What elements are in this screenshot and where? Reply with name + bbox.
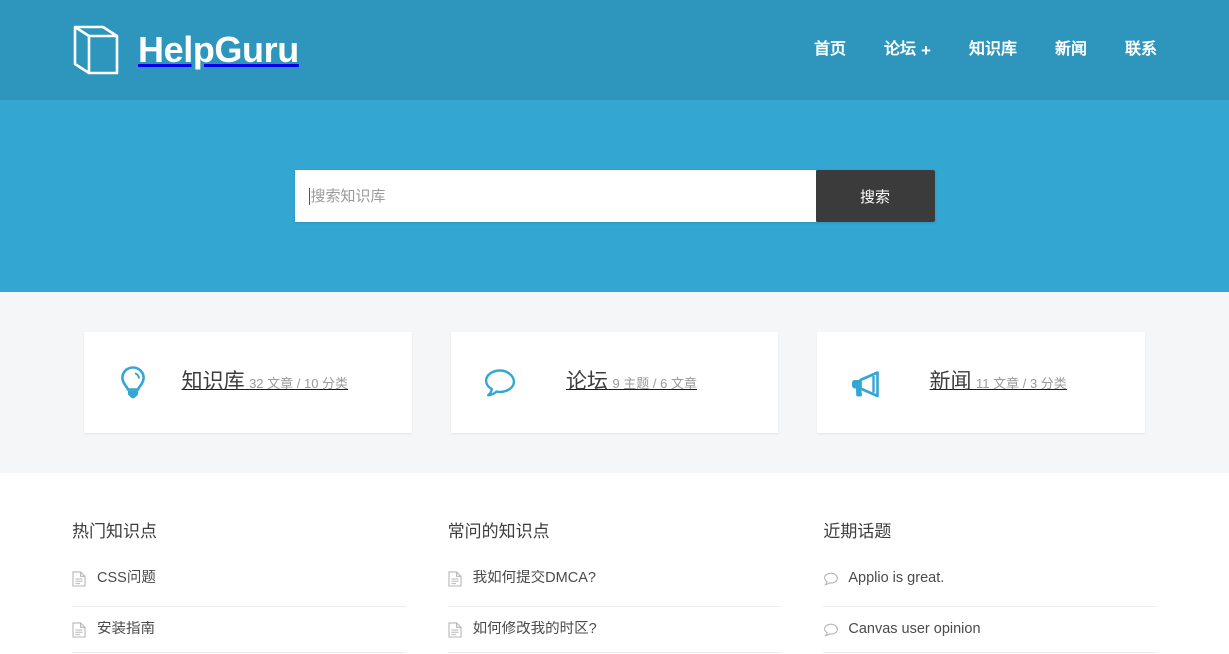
list-item-label: Applio is great. — [848, 570, 945, 587]
list-item[interactable]: Applio is great. — [823, 561, 1158, 608]
faq-articles-list: 我如何提交DMCA? 如何修改我的时区? 我的密 — [447, 561, 782, 654]
summary-cards-row: 知识库 32 文章 / 10 分类 论坛 9 主题 / 6 文章 新闻 11 文… — [84, 332, 1146, 433]
speech-bubble-icon — [823, 571, 839, 587]
document-icon — [448, 622, 462, 638]
nav-item-knowledge-base-label: 知识库 — [968, 41, 1017, 58]
list-item[interactable]: 安装指南 — [72, 607, 406, 654]
card-news-meta: 11 文章 / 3 分类 — [976, 376, 1067, 392]
search-input-placeholder: 搜索知识库 — [310, 187, 386, 205]
popular-articles-list: CSS问题 安装指南 随时支持 — [72, 561, 406, 654]
list-item-label: 我如何提交DMCA? — [472, 570, 596, 587]
column-popular-articles-title: 热门知识点 — [72, 522, 157, 541]
main-nav: 首页 论坛 + 知识库 新闻 联系 — [814, 42, 1157, 59]
card-forum-text: 论坛 9 主题 / 6 文章 — [511, 369, 753, 395]
column-recent-topics: 近期话题 Applio is great. Canvas user opinio… — [823, 522, 1158, 654]
search-button-label: 搜索 — [859, 188, 890, 206]
column-recent-topics-title: 近期话题 — [823, 522, 892, 541]
card-knowledge-base-text: 知识库 32 文章 / 10 分类 — [144, 369, 386, 395]
list-item[interactable]: CSS问题 — [72, 561, 406, 608]
search-bar: 搜索知识库 搜索 — [294, 170, 935, 222]
text-caret — [308, 187, 310, 205]
nav-item-contact[interactable]: 联系 — [1125, 42, 1157, 58]
document-icon — [72, 571, 86, 587]
card-knowledge-base-meta: 32 文章 / 10 分类 — [249, 376, 349, 392]
lists-section: 热门知识点 CSS问题 安装指南 常问的知识点 我如何提交DMCA? 如何修改我… — [0, 473, 1229, 654]
list-item[interactable]: 如何修改我的时区? — [447, 607, 782, 654]
plus-icon: + — [921, 40, 931, 60]
recent-topics-list: Applio is great. Canvas user opinion Wor… — [823, 561, 1158, 654]
nav-item-news-label: 新闻 — [1054, 41, 1087, 58]
card-news[interactable]: 新闻 11 文章 / 3 分类 — [817, 332, 1146, 433]
list-item-label: CSS问题 — [97, 570, 156, 587]
summary-cards-section: 知识库 32 文章 / 10 分类 论坛 9 主题 / 6 文章 新闻 11 文… — [0, 292, 1229, 473]
hero-section: 搜索知识库 搜索 — [0, 100, 1229, 292]
card-forum-title: 论坛 — [566, 370, 609, 394]
card-news-text: 新闻 11 文章 / 3 分类 — [877, 369, 1119, 395]
nav-item-home[interactable]: 首页 — [814, 42, 846, 58]
brand-logo-link[interactable]: HelpGuru — [72, 24, 299, 76]
column-faq-articles-title: 常问的知识点 — [447, 522, 550, 541]
search-button[interactable]: 搜索 — [815, 170, 935, 222]
list-item-label: 如何修改我的时区? — [472, 621, 597, 638]
nav-item-news[interactable]: 新闻 — [1055, 42, 1087, 58]
list-item[interactable]: Canvas user opinion — [823, 607, 1158, 654]
site-header: HelpGuru 首页 论坛 + 知识库 新闻 联系 — [0, 0, 1229, 100]
document-icon — [72, 622, 86, 638]
column-popular-articles: 热门知识点 CSS问题 安装指南 — [72, 522, 406, 654]
document-icon — [448, 571, 462, 587]
search-input[interactable]: 搜索知识库 — [294, 170, 816, 222]
list-item-label: 安装指南 — [97, 621, 155, 638]
card-forum-meta: 9 主题 / 6 文章 — [612, 376, 697, 392]
card-knowledge-base-title: 知识库 — [181, 370, 245, 394]
brand-name: HelpGuru — [138, 29, 299, 70]
nav-item-forum-label: 论坛 — [884, 41, 917, 58]
list-item-label: Canvas user opinion — [848, 621, 981, 638]
card-news-title: 新闻 — [929, 370, 972, 394]
speech-bubble-icon — [823, 622, 839, 638]
nav-item-forum[interactable]: 论坛 + — [884, 42, 931, 59]
nav-item-home-label: 首页 — [813, 41, 846, 58]
book-icon — [72, 24, 120, 76]
nav-item-knowledge-base[interactable]: 知识库 — [969, 42, 1017, 58]
card-forum[interactable]: 论坛 9 主题 / 6 文章 — [450, 332, 779, 433]
column-faq-articles: 常问的知识点 我如何提交DMCA? 如何修改我的时区? — [447, 522, 782, 654]
nav-item-contact-label: 联系 — [1124, 41, 1157, 58]
list-item[interactable]: 我如何提交DMCA? — [447, 561, 782, 608]
card-knowledge-base[interactable]: 知识库 32 文章 / 10 分类 — [84, 332, 412, 433]
